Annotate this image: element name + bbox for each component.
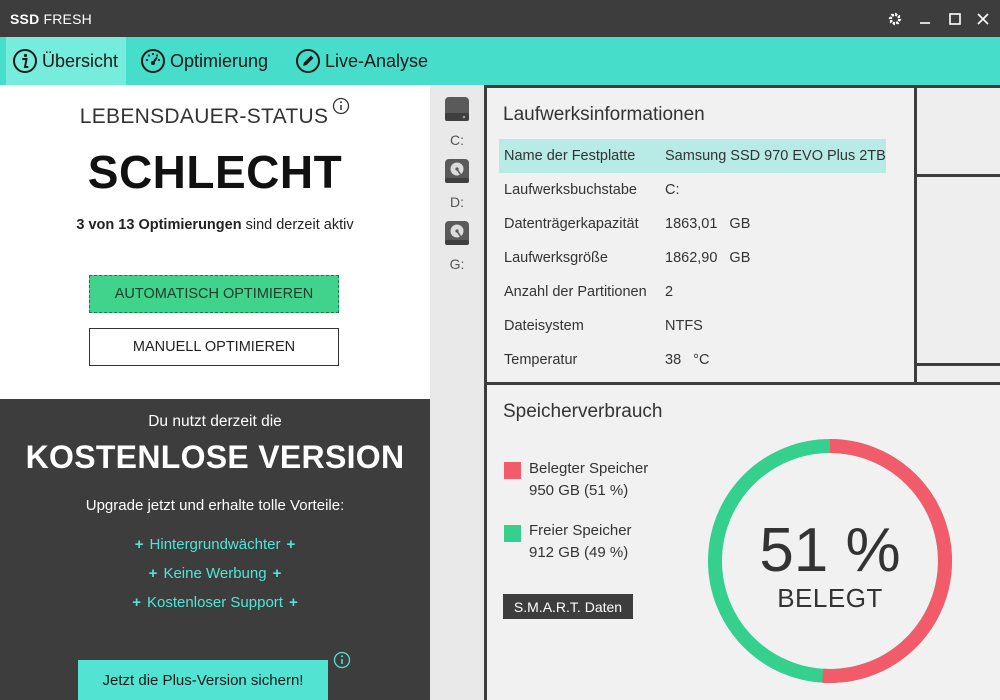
side-panel-top xyxy=(917,88,1000,174)
info-icon[interactable] xyxy=(332,97,350,120)
used-legend-swatch xyxy=(504,462,521,479)
info-key: Laufwerksbuchstabe xyxy=(504,182,637,198)
minimize-icon[interactable] xyxy=(914,8,936,30)
app-title-bold: SSD xyxy=(10,11,40,27)
info-unit: GB xyxy=(729,250,751,266)
usage-caption: BELEGT xyxy=(777,583,883,613)
promo-feature-label: Hintergrundwächter xyxy=(149,536,281,553)
close-icon[interactable] xyxy=(972,8,994,30)
app-title: SSD FRESH xyxy=(10,11,92,27)
upgrade-promo-panel: Du nutzt derzeit die KOSTENLOSE VERSION … xyxy=(0,399,430,700)
smart-data-button[interactable]: S.M.A.R.T. Daten xyxy=(503,594,633,619)
status-subtitle: 3 von 13 Optimierungen sind derzeit akti… xyxy=(0,217,430,233)
main-nav: Übersicht Optimierung Live-Analyse xyxy=(0,37,1000,85)
info-value: 1862,90 xyxy=(665,250,718,266)
info-value: NTFS xyxy=(665,318,703,334)
free-label: Freier Speicher xyxy=(529,522,632,539)
free-legend: Freier Speicher 912 GB (49 %) xyxy=(529,520,632,564)
info-row-letter: Laufwerksbuchstabe C: xyxy=(499,173,886,207)
info-key: Dateisystem xyxy=(504,318,584,334)
drive-label: D: xyxy=(450,194,464,210)
active-optimizations-text: sind derzeit aktiv xyxy=(241,217,354,233)
manual-optimize-button[interactable]: MANUELL OPTIMIEREN xyxy=(89,328,339,366)
used-value: 950 GB (51 %) xyxy=(529,482,629,499)
status-title: LEBENSDAUER-STATUS xyxy=(79,105,329,128)
tab-optimization[interactable]: Optimierung xyxy=(138,37,268,85)
promo-feature: + Hintergrundwächter + xyxy=(134,536,296,553)
drive-g[interactable]: G: xyxy=(430,217,484,272)
free-legend-swatch xyxy=(504,525,521,542)
info-value: Samsung SSD 970 EVO Plus 2TB xyxy=(665,148,886,164)
drive-label: C: xyxy=(450,132,464,148)
usage-title: Speicherverbrauch xyxy=(503,401,663,422)
drive-label: G: xyxy=(449,256,465,272)
info-value: C: xyxy=(665,182,680,198)
info-row-partitions: Anzahl der Partitionen 2 xyxy=(499,275,886,309)
info-unit: GB xyxy=(729,216,751,232)
storage-usage-panel: Speicherverbrauch Belegter Speicher 950 … xyxy=(487,385,1000,700)
tab-live-analysis[interactable]: Live-Analyse xyxy=(293,37,428,85)
info-row-temperature: Temperatur 38 °C xyxy=(499,343,886,377)
status-heading: LEBENSDAUER-STATUS xyxy=(0,97,430,129)
drive-selector: C: D: G: xyxy=(430,85,484,700)
info-key: Temperatur xyxy=(504,352,578,368)
active-optimizations-count: 3 von 13 Optimierungen xyxy=(76,217,242,233)
drive-info-title: Laufwerksinformationen xyxy=(503,104,705,125)
info-key: Laufwerksgröße xyxy=(504,250,608,266)
tab-live-analysis-label: Live-Analyse xyxy=(325,50,429,71)
gear-icon[interactable] xyxy=(884,8,906,30)
promo-intro: Du nutzt derzeit die xyxy=(148,413,282,430)
usage-percent: 51 % xyxy=(759,516,901,585)
free-value: 912 GB (49 %) xyxy=(529,544,629,561)
info-circle-icon xyxy=(13,49,37,73)
pencil-icon xyxy=(296,49,320,73)
hard-disk-icon xyxy=(445,221,469,245)
tab-optimization-label: Optimierung xyxy=(170,50,269,71)
speedometer-icon xyxy=(141,49,165,73)
info-row-capacity: Datenträgerkapazität 1863,01 GB xyxy=(499,207,886,241)
lifetime-status-panel: LEBENSDAUER-STATUS SCHLECHT 3 von 13 Opt… xyxy=(0,85,430,399)
maximize-icon[interactable] xyxy=(944,8,966,30)
side-panel-bottom xyxy=(917,366,1000,382)
info-row-name: Name der Festplatte Samsung SSD 970 EVO P… xyxy=(499,139,886,173)
promo-feature: + Kostenloser Support + xyxy=(132,594,298,611)
info-key: Name der Festplatte xyxy=(504,148,636,164)
drive-info-panel: Laufwerksinformationen Name der Festplat… xyxy=(487,88,914,382)
tab-overview-label: Übersicht xyxy=(42,50,119,71)
promo-subtitle: Upgrade jetzt und erhalte tolle Vorteile… xyxy=(85,497,345,514)
info-row-filesystem: Dateisystem NTFS xyxy=(499,309,886,343)
status-value: SCHLECHT xyxy=(87,146,343,198)
info-value: 1863,01 xyxy=(665,216,718,232)
ssd-drive-icon xyxy=(445,97,469,121)
tab-overview[interactable]: Übersicht xyxy=(6,37,126,85)
side-panel-middle xyxy=(917,177,1000,363)
drive-d[interactable]: D: xyxy=(430,155,484,210)
info-value: 38 xyxy=(665,352,682,368)
buy-plus-button[interactable]: Jetzt die Plus-Version sichern! xyxy=(78,660,328,700)
used-legend: Belegter Speicher 950 GB (51 %) xyxy=(529,458,648,502)
drive-c[interactable]: C: xyxy=(430,93,484,148)
used-label: Belegter Speicher xyxy=(529,460,649,477)
promo-title: KOSTENLOSE VERSION xyxy=(25,439,405,475)
info-key: Anzahl der Partitionen xyxy=(504,284,647,300)
promo-feature-label: Kostenloser Support xyxy=(147,594,283,611)
info-row-size: Laufwerksgröße 1862,90 GB xyxy=(499,241,886,275)
promo-feature: + Keine Werbung + xyxy=(148,565,282,582)
hard-disk-icon xyxy=(445,159,469,183)
auto-optimize-button[interactable]: AUTOMATISCH OPTIMIEREN xyxy=(89,275,339,313)
info-unit: °C xyxy=(693,352,710,368)
promo-feature-label: Keine Werbung xyxy=(163,565,267,582)
title-bar: SSD FRESH xyxy=(0,0,1000,37)
info-icon[interactable] xyxy=(333,651,351,674)
app-title-rest: FRESH xyxy=(43,11,92,27)
info-value: 2 xyxy=(665,284,674,300)
info-key: Datenträgerkapazität xyxy=(504,216,639,232)
